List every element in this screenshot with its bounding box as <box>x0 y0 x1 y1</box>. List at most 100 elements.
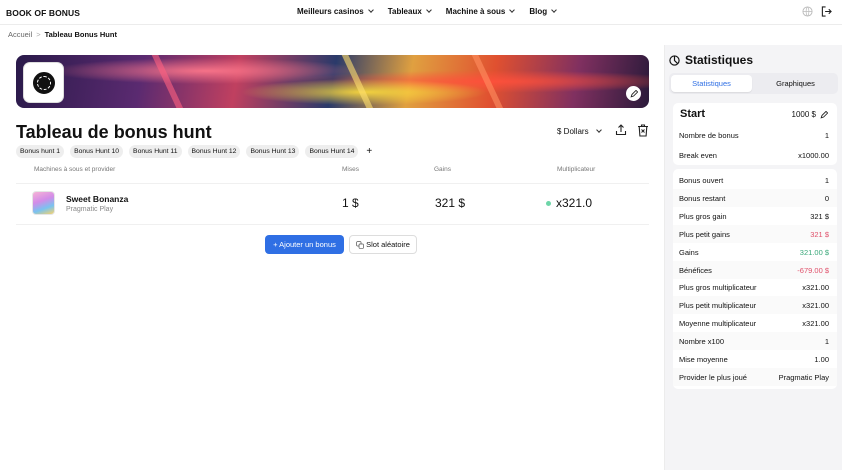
main-menu: Meilleurs casinos Tableaux Machine à sou… <box>297 7 557 16</box>
chevron-down-icon <box>509 7 516 13</box>
stat-label: Bonus restant <box>679 194 726 203</box>
stat-row-moyenne-multiplicateur: Moyenne multiplicateur x321.00 <box>673 314 837 332</box>
hunt-banner-image <box>16 55 649 108</box>
stat-row-provider-le-plus-joue: Provider le plus joué Pragmatic Play <box>673 368 837 386</box>
table-row[interactable] <box>16 183 649 225</box>
stat-label: Bonus ouvert <box>679 176 724 185</box>
stat-label: Nombre x100 <box>679 337 725 346</box>
stat-row-plus-petit-gains: Plus petit gains 321 $ <box>673 225 837 243</box>
stats-title: Statistiques <box>669 53 753 67</box>
banner-decoration <box>339 55 379 108</box>
menu-label: Machine à sous <box>445 7 506 16</box>
chevron-down-icon <box>425 7 432 13</box>
stat-value: 321 $ <box>810 230 829 239</box>
tab-bonus-hunt-14[interactable]: Bonus Hunt 14 <box>305 145 359 158</box>
stat-value: 321.00 $ <box>799 248 829 257</box>
top-navbar: BOOK OF BONUS Meilleurs casinos Tableaux… <box>0 0 842 25</box>
random-slot-button[interactable]: Slot aléatoire <box>349 235 417 254</box>
breadcrumb-current: Tableau Bonus Hunt <box>44 30 117 39</box>
currency-value: $ Dollars <box>557 127 589 136</box>
start-label: Start <box>680 108 706 120</box>
tab-bonus-hunt-12[interactable]: Bonus Hunt 12 <box>187 145 241 158</box>
edit-banner-button[interactable] <box>626 86 641 101</box>
stat-row-plus-gros-gain: Plus gros gain 321 $ <box>673 207 837 225</box>
stat-label: Plus petit multiplicateur <box>679 301 757 310</box>
stat-row-benefices: Bénéfices -679.00 $ <box>673 261 837 279</box>
stat-label: Plus gros multiplicateur <box>679 283 757 292</box>
header-gain: Gains <box>434 166 451 173</box>
nav-icons <box>802 6 832 17</box>
slot-name: Sweet Bonanza <box>66 194 129 204</box>
stat-row-plus-gros-multiplicateur: Plus gros multiplicateur x321.00 <box>673 278 837 296</box>
breadcrumb-separator: > <box>36 30 41 39</box>
tab-statistiques[interactable]: Statistiques <box>671 75 752 92</box>
header-slot: Machines à sous et provider <box>34 166 116 173</box>
share-icon[interactable] <box>615 124 627 138</box>
stat-value: x321.00 <box>802 283 829 292</box>
slot-thumbnail <box>32 191 55 215</box>
stat-label: Bénéfices <box>679 266 712 275</box>
breadcrumb: Accueil > Tableau Bonus Hunt <box>8 30 117 39</box>
stat-label: Plus petit gains <box>679 230 730 239</box>
tab-graphiques[interactable]: Graphiques <box>755 75 836 92</box>
stat-value: 1.00 <box>814 355 829 364</box>
stat-value: 1 <box>824 176 829 185</box>
stat-row-break-even: Break even x1000.00 <box>673 146 837 164</box>
chevron-down-icon <box>595 127 602 133</box>
status-dot <box>546 201 551 206</box>
stat-value: -679.00 $ <box>797 266 829 275</box>
stat-label: Gains <box>679 248 699 257</box>
chevron-down-icon <box>551 7 557 13</box>
stat-value: Pragmatic Play <box>778 373 829 382</box>
random-slot-label: Slot aléatoire <box>366 240 410 249</box>
stat-value: 1 <box>824 337 829 346</box>
stat-row-bonus-ouvert: Bonus ouvert 1 <box>673 171 837 189</box>
tab-bonus-hunt-1[interactable]: Bonus hunt 1 <box>16 145 65 158</box>
stat-value: x321.00 <box>802 319 829 328</box>
header-multiplier: Multiplicateur <box>557 166 596 173</box>
multiplier-value: x321.0 <box>556 196 593 210</box>
add-bonus-button[interactable]: + Ajouter un bonus <box>265 235 344 254</box>
pencil-icon <box>820 110 828 118</box>
banner-decoration <box>469 55 509 108</box>
stat-label: Plus gros gain <box>679 212 727 221</box>
chevron-down-icon <box>367 7 374 13</box>
hunt-tabs: Bonus hunt 1 Bonus Hunt 10 Bonus Hunt 11… <box>16 145 372 158</box>
stats-title-text: Statistiques <box>685 53 754 67</box>
language-icon[interactable] <box>802 6 813 17</box>
stat-value: 321 $ <box>810 212 829 221</box>
menu-label: Tableaux <box>387 7 422 16</box>
menu-label: Meilleurs casinos <box>297 7 364 16</box>
menu-item-blog[interactable]: Blog <box>529 7 557 16</box>
brand-logo[interactable]: BOOK OF BONUS <box>6 8 80 18</box>
tab-bonus-hunt-10[interactable]: Bonus Hunt 10 <box>70 145 124 158</box>
logout-icon[interactable] <box>821 6 832 17</box>
stat-row-nombre-de-bonus: Nombre de bonus 1 <box>673 126 837 144</box>
gain-value[interactable]: 321 $ <box>435 196 465 210</box>
stat-label: Moyenne multiplicateur <box>679 319 757 328</box>
stat-label: Break even <box>679 151 717 160</box>
hunt-avatar <box>24 63 63 102</box>
currency-select[interactable]: $ Dollars <box>557 127 602 136</box>
slot-provider: Pragmatic Play <box>66 206 114 213</box>
start-amount: 1000 $ <box>791 110 816 119</box>
stat-row-bonus-restant: Bonus restant 0 <box>673 189 837 207</box>
bet-value[interactable]: 1 $ <box>342 196 359 210</box>
stat-row-mise-moyenne: Mise moyenne 1.00 <box>673 350 837 368</box>
page-title: Tableau de bonus hunt <box>16 122 212 142</box>
menu-label: Blog <box>529 7 548 16</box>
stat-value: 1 <box>824 131 829 140</box>
stat-label: Mise moyenne <box>679 355 728 364</box>
delete-icon[interactable] <box>637 124 649 139</box>
start-value[interactable]: 1000 $ <box>792 110 828 119</box>
menu-item-casinos[interactable]: Meilleurs casinos <box>297 7 374 16</box>
menu-item-slots[interactable]: Machine à sous <box>445 7 516 16</box>
header-bet: Mises <box>342 166 359 173</box>
breadcrumb-home[interactable]: Accueil <box>8 30 32 39</box>
add-tab-button[interactable]: + <box>366 146 372 157</box>
tab-bonus-hunt-11[interactable]: Bonus Hunt 11 <box>129 145 182 158</box>
menu-item-tableaux[interactable]: Tableaux <box>387 7 432 16</box>
tab-bonus-hunt-13[interactable]: Bonus Hunt 13 <box>246 145 300 158</box>
stat-row-gains: Gains 321.00 $ <box>673 243 837 261</box>
banner-decoration <box>149 55 189 108</box>
